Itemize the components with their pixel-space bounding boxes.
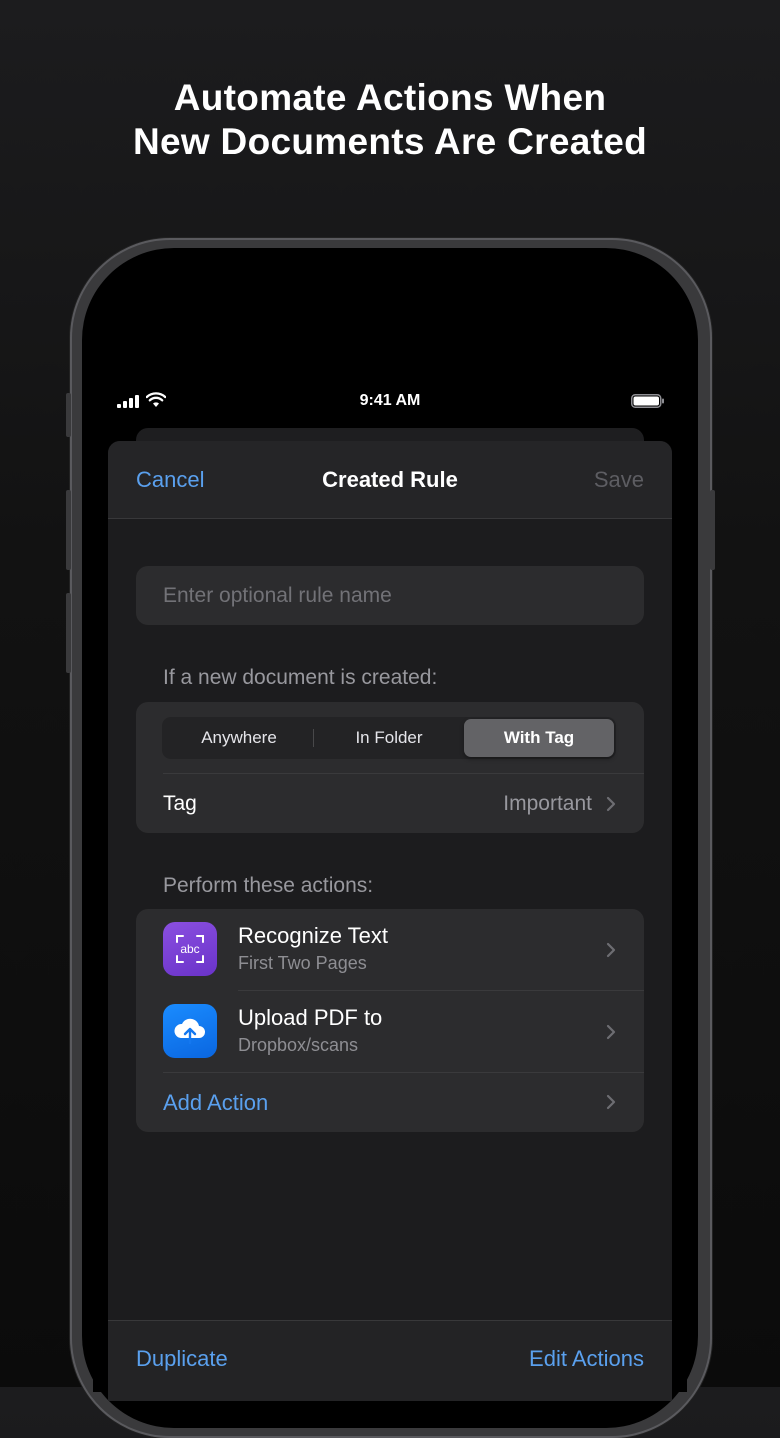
ocr-icon: abc (163, 922, 217, 976)
actions-section-header: Perform these actions: (163, 874, 374, 897)
mute-switch (66, 393, 71, 437)
navigation-bar: Cancel Created Rule Save (108, 441, 672, 519)
headline-line-1: Automate Actions When (173, 77, 607, 118)
segment-in-folder[interactable]: In Folder (314, 719, 464, 757)
chevron-right-icon (606, 1094, 616, 1110)
action-subtitle: First Two Pages (238, 953, 367, 973)
signal-icon (117, 395, 139, 408)
volume-down-button (66, 593, 71, 673)
bottom-toolbar: Duplicate Edit Actions (108, 1320, 672, 1401)
status-time: 9:41 AM (359, 392, 421, 409)
marketing-headline: Automate Actions When New Documents Are … (0, 76, 780, 164)
action-subtitle: Dropbox/scans (238, 1035, 359, 1055)
volume-up-button (66, 490, 71, 570)
battery-icon (631, 394, 664, 408)
edit-actions-button[interactable]: Edit Actions (529, 1346, 644, 1372)
chevron-right-icon (606, 1024, 616, 1040)
action-title: Recognize Text (238, 923, 389, 948)
tag-label: Tag (163, 792, 197, 815)
add-action-row[interactable]: Add Action (136, 1073, 644, 1132)
headline-line-2: New Documents Are Created (133, 121, 647, 162)
actions-group: abc Recognize Text First Two Pages Uploa… (136, 909, 644, 1132)
add-action-button[interactable]: Add Action (163, 1090, 268, 1116)
rule-editor-sheet: Cancel Created Rule Save If a new docume… (108, 441, 672, 1401)
action-title: Upload PDF to (238, 1005, 383, 1030)
action-row-recognize-text[interactable]: abc Recognize Text First Two Pages (136, 909, 644, 990)
chevron-right-icon (606, 796, 616, 812)
trigger-segmented-control: Anywhere In Folder With Tag (162, 717, 616, 759)
svg-text:abc: abc (180, 942, 199, 956)
tag-value: Important (503, 792, 592, 815)
page-title: Created Rule (322, 467, 458, 492)
duplicate-button[interactable]: Duplicate (136, 1346, 228, 1372)
save-button[interactable]: Save (594, 467, 644, 493)
trigger-section-header: If a new document is created: (163, 666, 438, 689)
wifi-icon (146, 392, 166, 407)
tag-row[interactable]: Tag Important (136, 774, 644, 833)
chevron-right-icon (606, 942, 616, 958)
rule-name-input[interactable] (136, 566, 644, 625)
trigger-group: Anywhere In Folder With Tag Tag Importan… (136, 702, 644, 833)
segment-with-tag[interactable]: With Tag (464, 719, 614, 757)
segment-anywhere[interactable]: Anywhere (164, 719, 314, 757)
cloud-upload-icon (163, 1004, 217, 1058)
power-button (710, 490, 715, 570)
action-row-upload-pdf[interactable]: Upload PDF to Dropbox/scans (136, 991, 644, 1072)
